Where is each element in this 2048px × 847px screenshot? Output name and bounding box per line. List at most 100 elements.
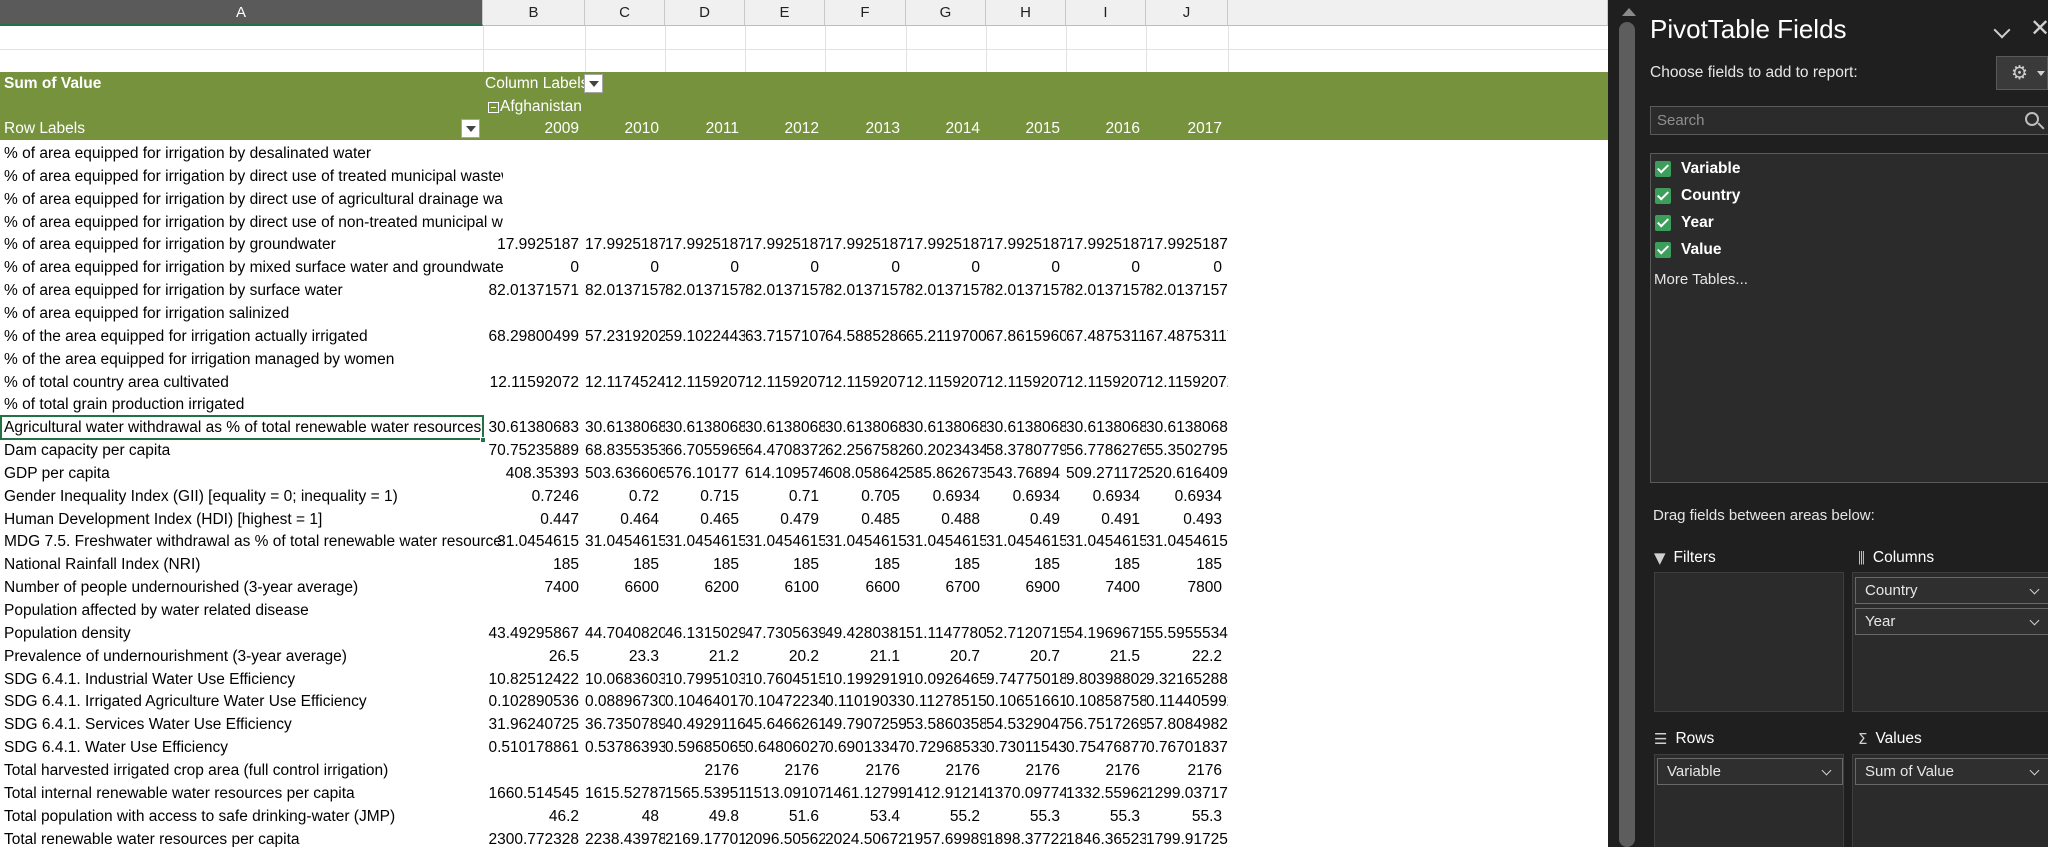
column-header-d[interactable]: D [665,0,745,26]
value-cell[interactable]: 0.537863938 [585,736,665,759]
value-cell[interactable]: 30.61380683 [906,416,986,439]
value-cell[interactable]: 36.73507893 [585,713,665,736]
row-label[interactable]: SDG 6.4.1. Services Water Use Efficiency [0,713,503,736]
row-label[interactable]: Population density [0,622,503,645]
vertical-scrollbar[interactable] [1608,0,1650,847]
value-cell[interactable]: 0.690133478 [825,736,906,759]
value-cell[interactable] [825,348,906,371]
value-cell[interactable]: 17.9925187 [906,233,986,256]
chevron-down-icon[interactable] [2029,584,2040,595]
value-cell[interactable]: 9.803988029 [1066,668,1146,691]
checkbox-checked-icon[interactable] [1655,215,1671,231]
value-cell[interactable]: 57.2319202 [585,325,665,348]
value-cell[interactable]: 30.61380683 [745,416,825,439]
field-item-variable[interactable]: Variable [1655,158,1740,180]
value-cell[interactable]: 12.11592072 [1066,371,1146,394]
value-cell[interactable]: 40.49291169 [665,713,745,736]
value-cell[interactable]: 608.058642 [825,462,906,485]
value-cell[interactable]: 56.77862768 [1066,439,1146,462]
value-cell[interactable]: 0 [906,256,986,279]
value-cell[interactable] [665,211,745,234]
value-cell[interactable]: 10.09264659 [906,668,986,691]
value-cell[interactable]: 52.7120715 [986,622,1066,645]
value-cell[interactable]: 51.6 [745,805,825,828]
column-header-g[interactable]: G [906,0,986,26]
value-cell[interactable] [483,759,585,782]
value-cell[interactable]: 12.11592072 [906,371,986,394]
value-cell[interactable]: 30.61380683 [825,416,906,439]
value-cell[interactable]: 2176 [665,759,745,782]
value-cell[interactable]: 67.48753117 [1066,325,1146,348]
value-cell[interactable]: 17.9925187 [1066,233,1146,256]
value-cell[interactable]: 0 [745,256,825,279]
value-cell[interactable]: 543.76894 [986,462,1066,485]
value-cell[interactable] [745,599,825,622]
row-label[interactable]: % of total grain production irrigated [0,393,503,416]
value-cell[interactable]: 21.2 [665,645,745,668]
value-cell[interactable]: 82.01371571 [825,279,906,302]
value-cell[interactable]: 185 [906,553,986,576]
value-cell[interactable]: 56.7517269 [1066,713,1146,736]
value-cell[interactable]: 12.11592072 [483,371,585,394]
value-cell[interactable] [585,165,665,188]
value-cell[interactable]: 9.747750183 [986,668,1066,691]
value-cell[interactable]: 6900 [986,576,1066,599]
row-label[interactable]: % of area equipped for irrigation by sur… [0,279,503,302]
value-cell[interactable] [825,142,906,165]
value-cell[interactable]: 17.9925187 [825,233,906,256]
value-cell[interactable]: 0.493 [1146,508,1228,531]
value-cell[interactable] [483,393,585,416]
values-field-sum-of-value[interactable]: Sum of Value [1855,758,2048,785]
value-cell[interactable]: 0 [825,256,906,279]
value-cell[interactable]: 0.465 [665,508,745,531]
value-cell[interactable] [483,599,585,622]
value-cell[interactable] [986,211,1066,234]
value-cell[interactable]: 1370.097749 [986,782,1066,805]
value-cell[interactable]: 20.7 [986,645,1066,668]
value-cell[interactable] [1146,211,1228,234]
value-cell[interactable]: 31.0454615 [585,530,665,553]
value-cell[interactable] [825,302,906,325]
row-label[interactable]: % of area equipped for irrigation by dir… [0,211,503,234]
field-list-settings-button[interactable]: ⚙ [1996,56,2048,90]
value-cell[interactable]: 0.648060273 [745,736,825,759]
value-cell[interactable] [745,211,825,234]
value-cell[interactable]: 10.06836036 [585,668,665,691]
value-cell[interactable]: 57.80849824 [1146,713,1228,736]
value-cell[interactable]: 63.71571072 [745,325,825,348]
field-item-country[interactable]: Country [1655,185,1740,207]
value-cell[interactable]: 0.510178861 [483,736,585,759]
value-cell[interactable]: 0.6934 [906,485,986,508]
checkbox-checked-icon[interactable] [1655,161,1671,177]
value-cell[interactable]: 0.715 [665,485,745,508]
value-cell[interactable]: 10.79951037 [665,668,745,691]
value-cell[interactable] [1066,211,1146,234]
value-cell[interactable] [825,211,906,234]
column-labels-filter-button[interactable] [584,74,603,93]
value-cell[interactable]: 0.088967304 [585,690,665,713]
value-cell[interactable]: 31.0454615 [1066,530,1146,553]
field-item-year[interactable]: Year [1655,212,1714,234]
row-label[interactable]: National Rainfall Index (NRI) [0,553,503,576]
value-cell[interactable]: 31.0454615 [483,530,585,553]
value-cell[interactable]: 0.479 [745,508,825,531]
search-icon[interactable] [2025,112,2039,126]
value-cell[interactable]: 585.862673 [906,462,986,485]
value-cell[interactable] [906,165,986,188]
row-label[interactable]: MDG 7.5. Freshwater withdrawal as % of t… [0,530,503,553]
value-cell[interactable] [906,393,986,416]
value-cell[interactable]: 408.35393 [483,462,585,485]
value-cell[interactable]: 30.61380683 [1146,416,1228,439]
value-cell[interactable]: 0.106516615 [986,690,1066,713]
value-cell[interactable]: 68.29800499 [483,325,585,348]
value-cell[interactable]: 10.82512422 [483,668,585,691]
value-cell[interactable]: 6600 [585,576,665,599]
value-cell[interactable]: 1799.917253 [1146,828,1228,847]
value-cell[interactable] [906,348,986,371]
value-cell[interactable] [585,142,665,165]
value-cell[interactable] [585,188,665,211]
value-cell[interactable]: 49.8 [665,805,745,828]
value-cell[interactable]: 45.64662611 [745,713,825,736]
value-cell[interactable] [1146,302,1228,325]
value-cell[interactable] [665,393,745,416]
